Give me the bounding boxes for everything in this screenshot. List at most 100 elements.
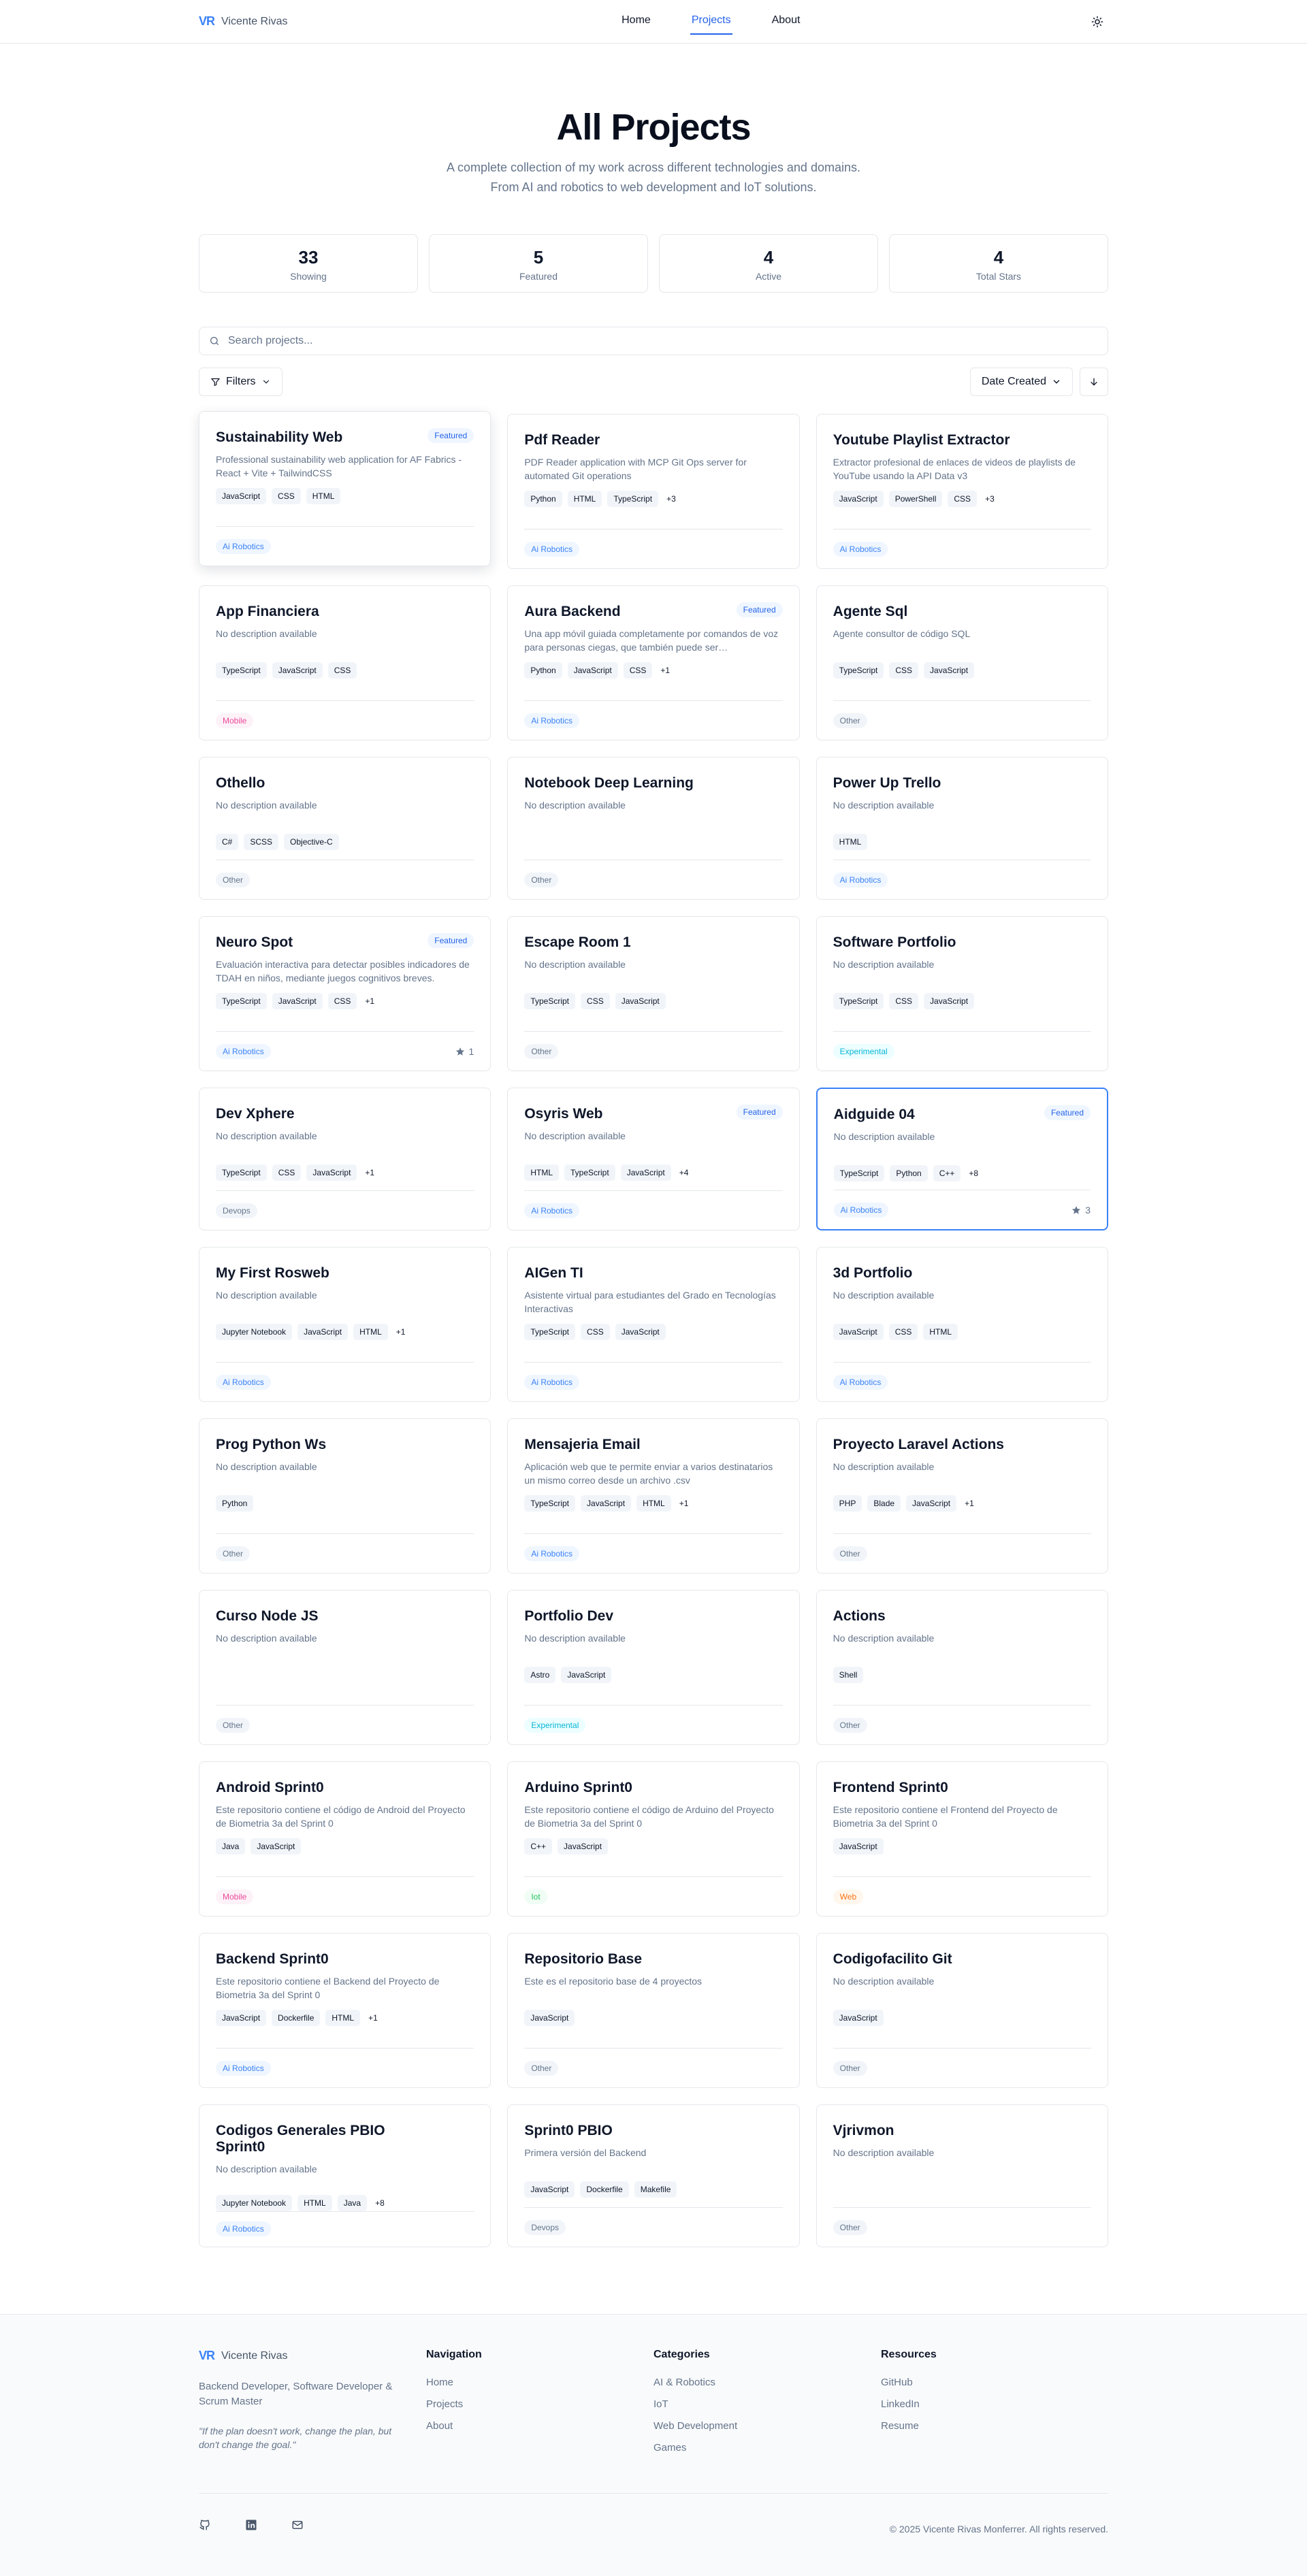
stat-label: Total Stars <box>975 271 1022 282</box>
project-card[interactable]: 3d Portfolio No description available Java… <box>816 1247 1108 1402</box>
nav-link-projects[interactable]: Projects <box>690 9 732 35</box>
project-card[interactable]: Frontend Sprint0 Este repositorio contien… <box>816 1761 1108 1917</box>
footer-link-web-development[interactable]: Web Development <box>654 2415 881 2437</box>
project-card[interactable]: Curso Node JS No description available Oth… <box>199 1590 491 1745</box>
project-title[interactable]: Mensajeria Email <box>524 1437 782 1453</box>
project-title[interactable]: Prog Python Ws <box>216 1437 474 1453</box>
project-card[interactable]: Codigos Generales PBIO Sprint0 No descrip… <box>199 2104 491 2247</box>
project-card[interactable]: Neuro Spot Featured Evaluación interactiva… <box>199 916 491 1071</box>
tech-tag: HTML <box>833 834 868 850</box>
footer-link-ai-robotics[interactable]: AI & Robotics <box>654 2372 881 2394</box>
project-card[interactable]: Sprint0 PBIO Primera versión del Backend J… <box>507 2104 800 2247</box>
tech-tags: TypeScript CSS JavaScript <box>524 1324 782 1340</box>
project-title[interactable]: Repositorio Base <box>524 1951 782 1968</box>
linkedin-icon[interactable] <box>245 2519 257 2531</box>
search-input[interactable] <box>228 335 1098 347</box>
project-card[interactable]: Android Sprint0 Este repositorio contiene… <box>199 1761 491 1917</box>
stat-label: Featured <box>519 271 558 282</box>
stat-active: 4 Active <box>659 234 878 293</box>
subtitle-line-1: A complete collection of my work across … <box>447 161 860 174</box>
project-card[interactable]: App Financiera No description available Ty… <box>199 585 491 740</box>
theme-toggle-button[interactable] <box>1086 11 1108 33</box>
project-title[interactable]: Actions <box>833 1608 1091 1625</box>
project-description: Aplicación web que te permite enviar a v… <box>524 1461 773 1486</box>
project-title[interactable]: Othello <box>216 775 474 792</box>
project-card[interactable]: Othello No description available C# SCSS Obj… <box>199 757 491 900</box>
project-card[interactable]: Software Portfolio No description availab… <box>816 916 1108 1071</box>
sort-select[interactable]: Date Created <box>969 368 1073 396</box>
project-card[interactable]: Agente Sql Agente consultor de código SQL… <box>816 585 1108 740</box>
project-card[interactable]: Sustainability Web Featured Professional s… <box>199 411 491 566</box>
project-card[interactable]: Aura Backend Featured Una app móvil guiada… <box>507 585 800 740</box>
footer-link-projects[interactable]: Projects <box>426 2394 654 2415</box>
project-card[interactable]: Dev Xphere No description available TypeSc… <box>199 1088 491 1230</box>
project-title[interactable]: Escape Room 1 <box>524 934 782 951</box>
project-title[interactable]: Backend Sprint0 <box>216 1951 474 1968</box>
project-card[interactable]: Proyecto Laravel Actions No description a… <box>816 1418 1108 1574</box>
project-card[interactable]: Notebook Deep Learning No description ava… <box>507 757 800 900</box>
footer-link-iot[interactable]: IoT <box>654 2394 881 2415</box>
project-title[interactable]: Arduino Sprint0 <box>524 1780 782 1796</box>
featured-badge: Featured <box>736 1105 783 1120</box>
footer-brand[interactable]: VR Vicente Rivas <box>199 2349 426 2363</box>
project-title[interactable]: Pdf Reader <box>524 432 782 449</box>
project-title[interactable]: Sprint0 PBIO <box>524 2123 782 2139</box>
footer-link-games[interactable]: Games <box>654 2437 881 2459</box>
tech-tag: JavaScript <box>924 993 975 1009</box>
project-card[interactable]: Repositorio Base Este es el repositorio b… <box>507 1933 800 2088</box>
project-card[interactable]: Osyris Web Featured No description availab… <box>507 1088 800 1230</box>
mail-icon[interactable] <box>291 2519 304 2531</box>
project-title[interactable]: Curso Node JS <box>216 1608 474 1625</box>
project-title[interactable]: Notebook Deep Learning <box>524 775 782 792</box>
project-card[interactable]: Vjrivmon No description available Other <box>816 2104 1108 2247</box>
footer-heading: Categories <box>654 2349 710 2360</box>
tech-tags: JavaScript PowerShell CSS +3 <box>833 491 1091 507</box>
project-title[interactable]: Software Portfolio <box>833 934 1091 951</box>
project-card[interactable]: Prog Python Ws No description available Py… <box>199 1418 491 1574</box>
project-card[interactable]: Power Up Trello No description available H… <box>816 757 1108 900</box>
project-title[interactable]: App Financiera <box>216 604 474 620</box>
nav-link-about[interactable]: About <box>771 9 802 35</box>
github-icon[interactable] <box>199 2519 211 2531</box>
project-card[interactable]: AIGen TI Asistente virtual para estudiant… <box>507 1247 800 1402</box>
brand[interactable]: VR Vicente Rivas <box>199 14 288 29</box>
project-title[interactable]: AIGen TI <box>524 1265 782 1282</box>
project-card[interactable]: Mensajeria Email Aplicación web que te pe… <box>507 1418 800 1574</box>
project-title[interactable]: Codigos Generales PBIO Sprint0 <box>216 2123 474 2155</box>
footer-link-linkedin[interactable]: LinkedIn <box>881 2394 1108 2415</box>
footer-link-home[interactable]: Home <box>426 2372 654 2394</box>
project-title[interactable]: 3d Portfolio <box>833 1265 1091 1282</box>
sort-direction-button[interactable] <box>1080 368 1108 396</box>
project-card[interactable]: Escape Room 1 No description available Typ… <box>507 916 800 1071</box>
project-card[interactable]: Youtube Playlist Extractor Extractor prof… <box>816 414 1108 569</box>
more-tags-count: +1 <box>679 1499 689 1508</box>
project-title[interactable]: Dev Xphere <box>216 1106 474 1122</box>
card-footer: Web <box>833 1876 1091 1916</box>
project-card[interactable]: My First Rosweb No description available J… <box>199 1247 491 1402</box>
project-title[interactable]: Power Up Trello <box>833 775 1091 792</box>
nav-link-home[interactable]: Home <box>620 9 652 35</box>
project-card[interactable]: Aidguide 04 Featured No description availa… <box>816 1088 1108 1230</box>
more-tags-count: +4 <box>679 1168 689 1177</box>
footer-link-github[interactable]: GitHub <box>881 2372 1108 2394</box>
project-card[interactable]: Arduino Sprint0 Este repositorio contiene… <box>507 1761 800 1917</box>
project-title[interactable]: My First Rosweb <box>216 1265 474 1282</box>
footer-link-about[interactable]: About <box>426 2415 654 2437</box>
project-card[interactable]: Portfolio Dev No description available Ast… <box>507 1590 800 1745</box>
project-title[interactable]: Youtube Playlist Extractor <box>833 432 1091 449</box>
tech-tag: JavaScript <box>272 662 323 679</box>
footer-link-resume[interactable]: Resume <box>881 2415 1108 2437</box>
project-title[interactable]: Codigofacilito Git <box>833 1951 1091 1968</box>
project-title[interactable]: Vjrivmon <box>833 2123 1091 2139</box>
project-card[interactable]: Backend Sprint0 Este repositorio contiene… <box>199 1933 491 2088</box>
project-card[interactable]: Actions No description available Shell Othe… <box>816 1590 1108 1745</box>
project-title[interactable]: Proyecto Laravel Actions <box>833 1437 1091 1453</box>
project-title[interactable]: Frontend Sprint0 <box>833 1780 1091 1796</box>
project-title[interactable]: Portfolio Dev <box>524 1608 782 1625</box>
main-content: 33 Showing 5 Featured 4 Active 4 Total S… <box>199 234 1108 2247</box>
project-title[interactable]: Android Sprint0 <box>216 1780 474 1796</box>
project-card[interactable]: Pdf Reader PDF Reader application with MC… <box>507 414 800 569</box>
project-title[interactable]: Agente Sql <box>833 604 1091 620</box>
project-card[interactable]: Codigofacilito Git No description availab… <box>816 1933 1108 2088</box>
filters-button[interactable]: Filters <box>199 368 283 396</box>
